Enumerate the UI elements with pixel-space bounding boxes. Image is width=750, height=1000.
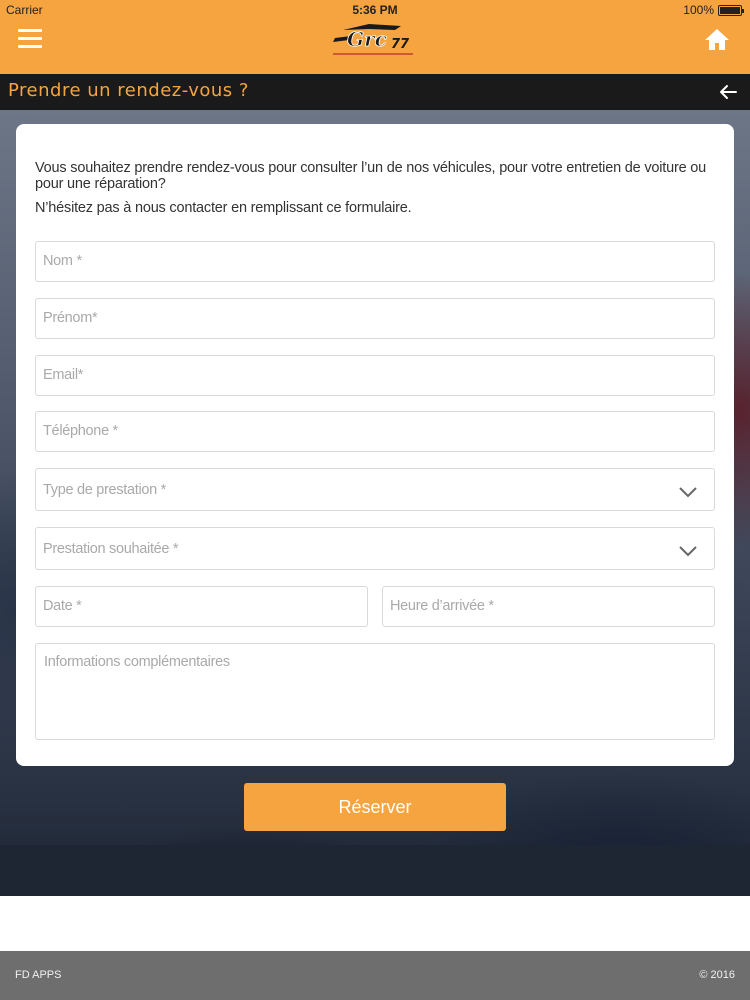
battery-icon: [718, 4, 744, 16]
heure-placeholder: Heure d’arrivée *: [390, 598, 494, 614]
chevron-down-icon: [679, 487, 697, 498]
date-placeholder: Date *: [43, 598, 82, 614]
chevron-down-icon: [679, 546, 697, 557]
prenom-placeholder: Prénom*: [43, 310, 98, 326]
status-time: 5:36 PM: [352, 3, 398, 17]
date-field[interactable]: Date *: [35, 586, 368, 627]
svg-text:Grc: Grc: [347, 27, 387, 51]
nom-placeholder: Nom *: [43, 253, 82, 269]
telephone-field[interactable]: Téléphone *: [35, 411, 715, 452]
email-placeholder: Email*: [43, 367, 84, 383]
informations-textarea[interactable]: Informations complémentaires: [35, 643, 715, 740]
page-title: Prendre un rendez-vous ?: [8, 80, 249, 101]
email-field[interactable]: Email*: [35, 355, 715, 396]
telephone-placeholder: Téléphone *: [43, 423, 118, 439]
battery-percent: 100%: [683, 3, 714, 17]
prestation-souhaitee-select[interactable]: Prestation souhaitée *: [35, 527, 715, 570]
heure-arrivee-field[interactable]: Heure d’arrivée *: [382, 586, 715, 627]
arrow-left-icon[interactable]: [718, 83, 738, 101]
battery-status: 100%: [683, 3, 744, 17]
svg-text:77: 77: [391, 37, 410, 52]
type-prestation-select[interactable]: Type de prestation *: [35, 468, 715, 511]
prestation-souhaitee-placeholder: Prestation souhaitée *: [43, 541, 179, 557]
appointment-form-card: Vous souhaitez prendre rendez-vous pour …: [16, 124, 734, 766]
prenom-field[interactable]: Prénom*: [35, 298, 715, 339]
nom-field[interactable]: Nom *: [35, 241, 715, 282]
type-prestation-placeholder: Type de prestation *: [43, 482, 166, 498]
form-instruction-text: N’hésitez pas à nous contacter en rempli…: [35, 200, 412, 216]
background-bottom-strip: [0, 845, 750, 896]
footer-copyright: © 2016: [699, 969, 735, 981]
hamburger-menu-icon[interactable]: [18, 29, 42, 49]
informations-placeholder: Informations complémentaires: [44, 654, 230, 670]
home-icon[interactable]: [704, 27, 730, 51]
page-title-bar: Prendre un rendez-vous ?: [0, 74, 750, 110]
brand-logo: Grc 77: [333, 24, 413, 55]
form-intro-text: Vous souhaitez prendre rendez-vous pour …: [35, 160, 706, 192]
reserver-button[interactable]: Réserver: [244, 783, 506, 831]
app-footer: FD APPS © 2016: [0, 951, 750, 1000]
footer-brand: FD APPS: [15, 969, 62, 981]
app-header: Carrier 5:36 PM 100% Grc 77: [0, 0, 750, 74]
